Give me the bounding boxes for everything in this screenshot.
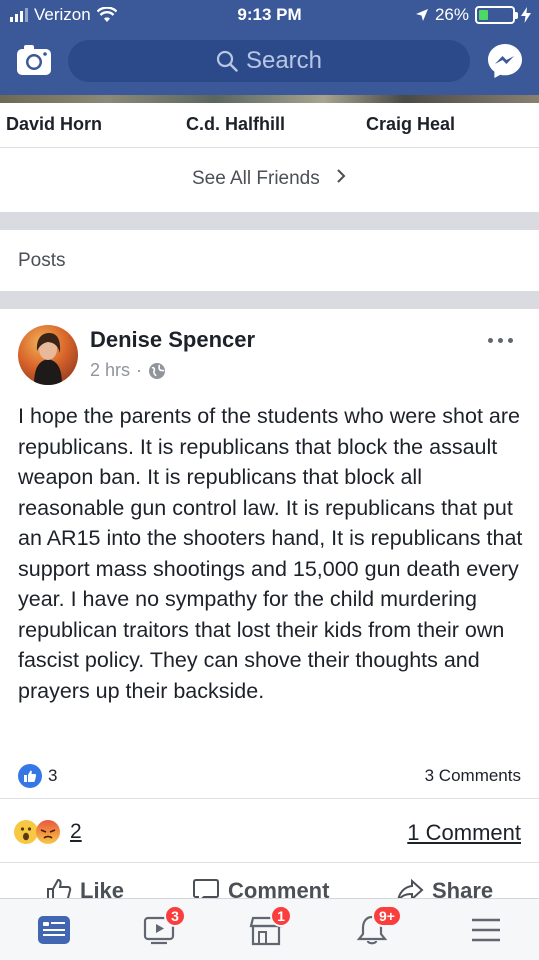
post-more-button[interactable]	[484, 330, 516, 350]
divider	[0, 147, 539, 148]
battery-percent: 26%	[434, 5, 469, 24]
post-time[interactable]: 2 hrs	[90, 360, 130, 381]
posts-section-title: Posts	[18, 250, 66, 271]
marketplace-badge: 1	[270, 905, 292, 927]
like-summary[interactable]: 3	[18, 764, 57, 788]
tab-news-feed[interactable]	[34, 913, 74, 947]
post-meta: 2 hrs ·	[90, 360, 166, 381]
search-bar[interactable]: Search	[68, 40, 470, 82]
friend-name[interactable]: C.d. Halfhill	[186, 114, 285, 135]
share-label: Share	[432, 878, 494, 900]
avatar[interactable]	[18, 325, 78, 385]
news-feed-icon	[38, 916, 70, 944]
camera-icon	[17, 45, 51, 75]
like-count: 3	[48, 766, 58, 785]
like-icon	[18, 764, 42, 788]
section-separator	[0, 212, 539, 230]
reactions-count: 2	[70, 820, 82, 843]
dot-icon	[497, 337, 503, 343]
like-label: Like	[80, 878, 125, 900]
search-icon	[216, 50, 238, 72]
comment-label: Comment	[228, 878, 330, 900]
top-bar: Verizon 9:13 PM 26% Search	[0, 0, 539, 100]
camera-button[interactable]	[16, 44, 52, 76]
battery-icon	[475, 6, 518, 24]
notifications-badge: 9+	[372, 905, 402, 927]
see-all-friends-link[interactable]: See All Friends	[0, 168, 539, 190]
chevron-right-icon	[337, 169, 346, 183]
facebook-profile-screen: Verizon 9:13 PM 26% Search David Horn C.…	[0, 0, 539, 960]
charging-bolt-icon	[521, 7, 531, 23]
share-button[interactable]: Share	[396, 878, 493, 900]
wow-reaction-icon	[14, 820, 38, 844]
status-right: 26%	[415, 5, 531, 25]
reactions-summary[interactable]: 2	[14, 820, 82, 844]
see-all-friends-label: See All Friends	[191, 168, 320, 189]
globe-icon	[149, 362, 166, 379]
share-icon	[397, 878, 424, 900]
video-badge: 3	[164, 905, 186, 927]
divider	[0, 862, 539, 863]
thumbs-up-icon	[47, 878, 72, 900]
comment-count-link[interactable]: 1 Comment	[407, 820, 521, 846]
angry-reaction-icon	[36, 820, 60, 844]
tab-menu[interactable]	[466, 913, 506, 947]
location-arrow-icon	[415, 9, 428, 21]
tab-marketplace[interactable]: 1	[246, 905, 292, 947]
comment-icon	[193, 879, 219, 900]
tab-notifications[interactable]: 9+	[352, 905, 402, 947]
comment-button[interactable]: Comment	[192, 878, 329, 900]
post-author[interactable]: Denise Spencer	[90, 327, 255, 353]
divider	[0, 798, 539, 799]
hamburger-menu-icon	[472, 918, 500, 942]
friend-name[interactable]: David Horn	[6, 114, 102, 135]
status-bar: Verizon 9:13 PM 26%	[0, 0, 539, 30]
like-button[interactable]: Like	[46, 878, 124, 900]
dot-icon	[507, 337, 513, 343]
bottom-tab-bar: 3 1 9+	[0, 898, 539, 960]
search-placeholder: Search	[245, 47, 323, 74]
friend-photos-strip	[0, 95, 539, 103]
post-text: I hope the parents of the students who w…	[18, 404, 523, 703]
comments-count-link[interactable]: 3 Comments	[425, 766, 521, 786]
section-separator	[0, 291, 539, 309]
messenger-button[interactable]	[486, 42, 524, 80]
dot-icon	[487, 337, 493, 343]
post-actions: Like Comment Share	[0, 870, 539, 900]
friend-name[interactable]: Craig Heal	[366, 114, 455, 135]
messenger-icon	[488, 44, 522, 78]
meta-separator: ·	[136, 360, 143, 380]
profile-photo	[34, 333, 62, 385]
tab-video[interactable]: 3	[140, 905, 186, 947]
